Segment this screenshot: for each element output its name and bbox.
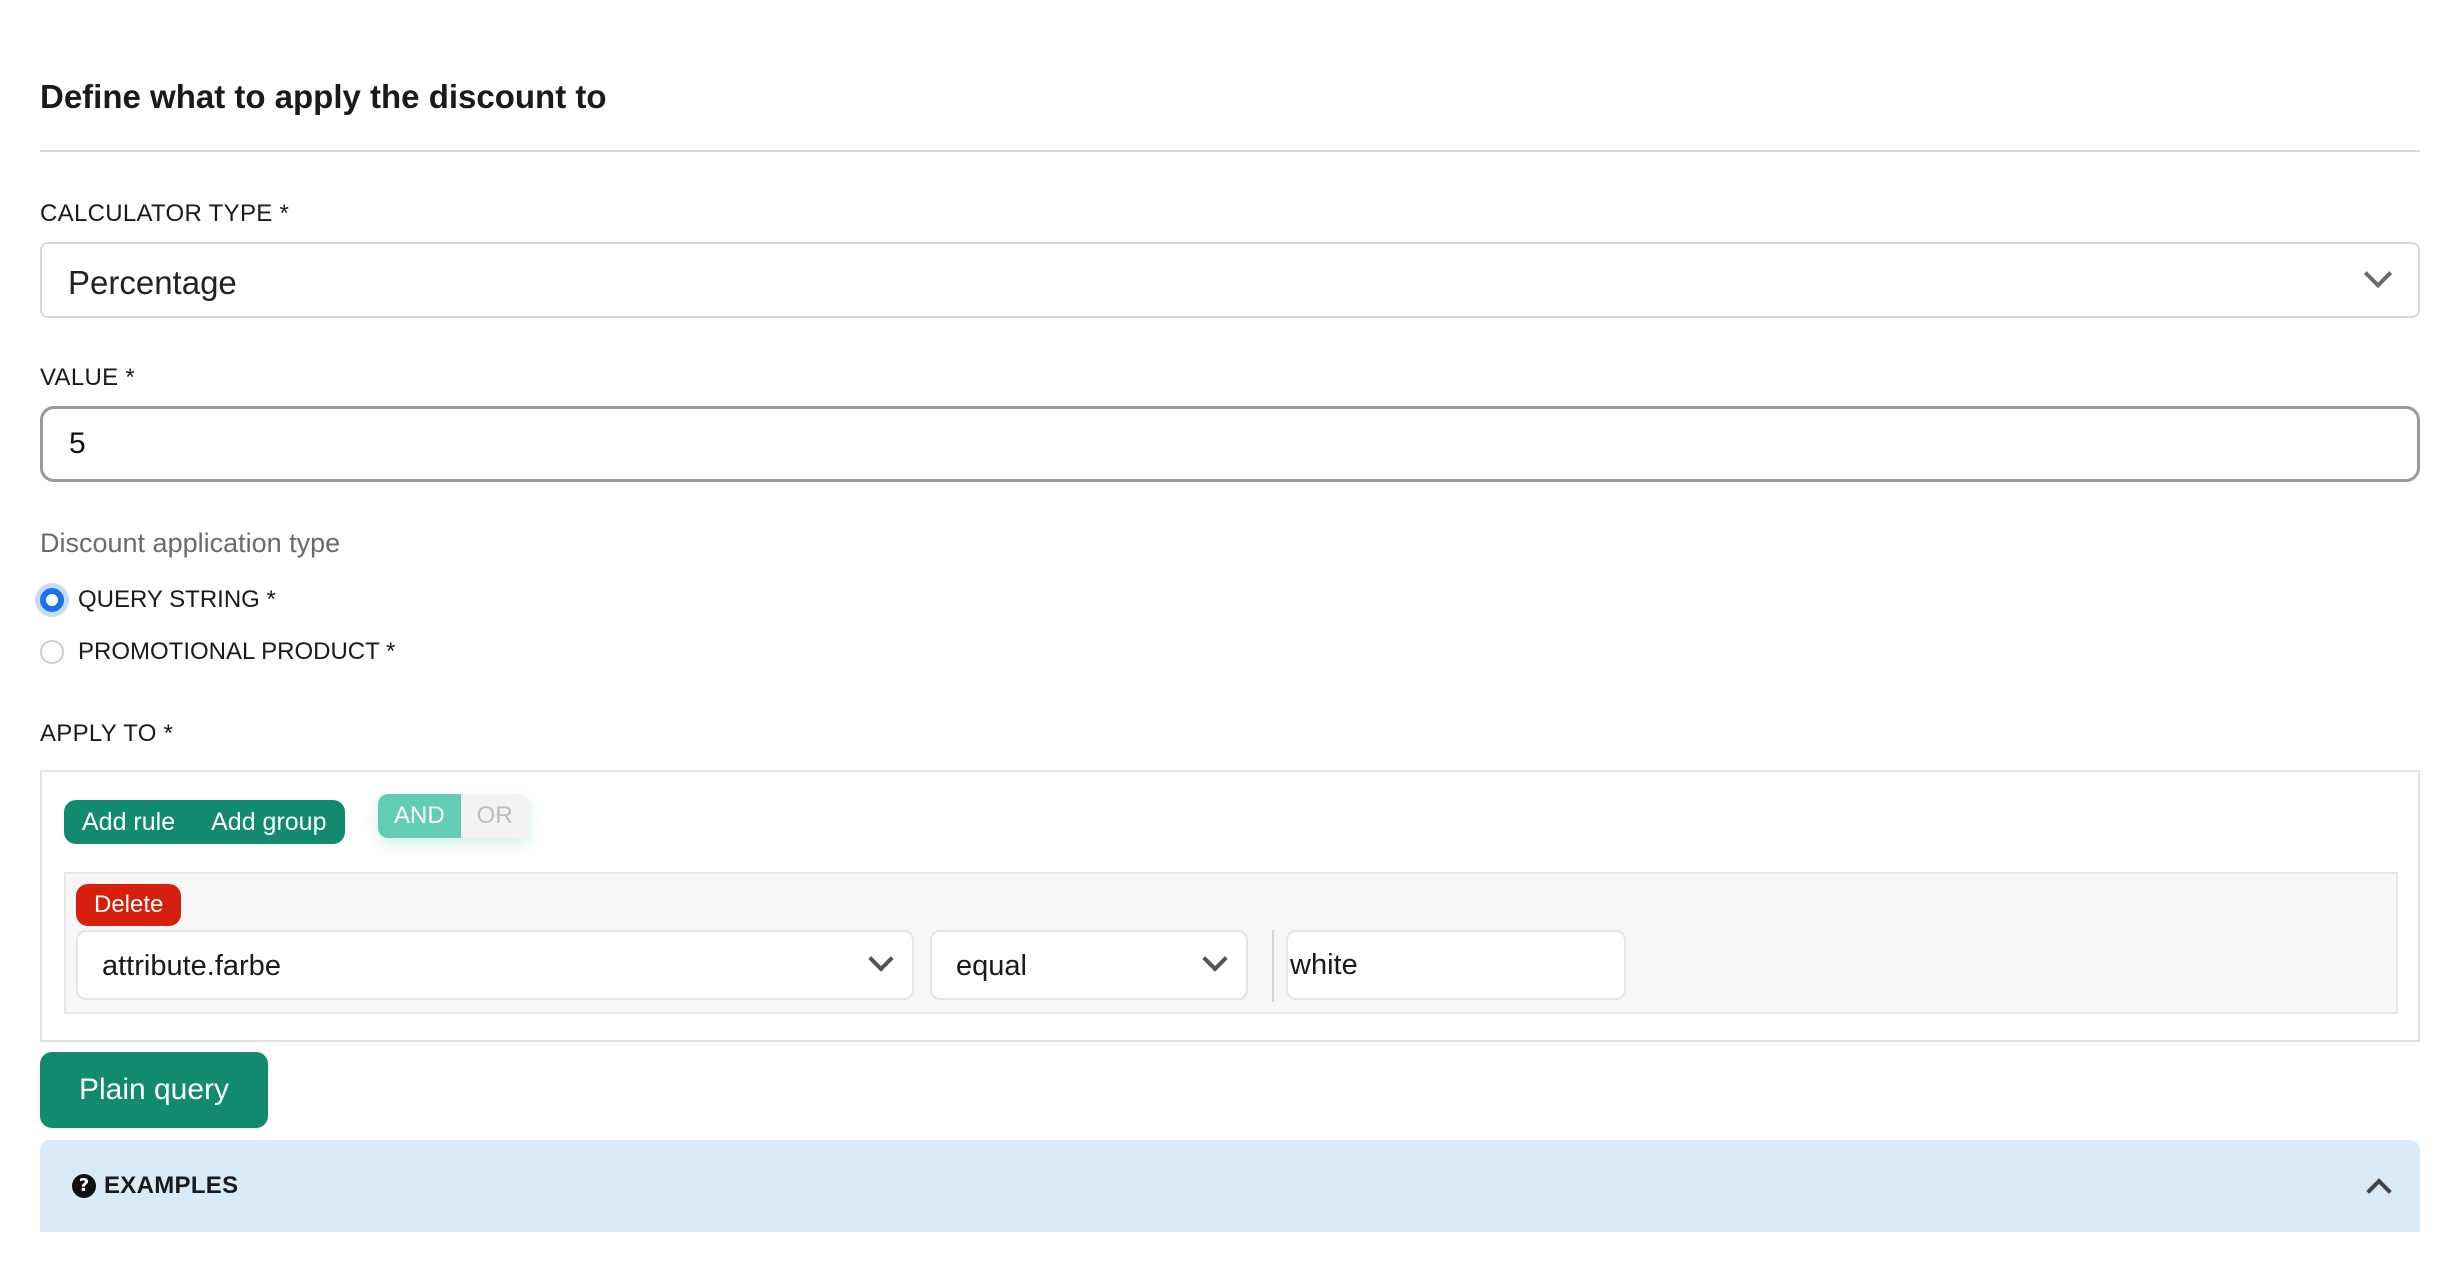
rule-row: Delete attribute.farbe equal — [64, 872, 2398, 1014]
delete-rule-button[interactable]: Delete — [76, 884, 182, 926]
rule-operator-select[interactable]: equal — [930, 930, 1248, 1000]
radio-promotional-product-label: PROMOTIONAL PRODUCT * — [78, 638, 396, 665]
rule-value-input[interactable] — [1286, 930, 1626, 1000]
apply-to-label: APPLY TO * — [40, 720, 174, 747]
add-rule-button[interactable]: Add rule — [64, 800, 193, 844]
chevron-up-icon[interactable] — [2366, 1178, 2392, 1204]
chevron-down-icon — [2363, 259, 2393, 289]
radio-unchecked-icon[interactable] — [40, 640, 64, 664]
rule-separator — [1272, 930, 1274, 1002]
query-builder: Add rule Add group AND OR Delete attribu… — [40, 770, 2420, 1042]
question-circle-icon: ? — [72, 1174, 96, 1198]
calculator-type-label: CALCULATOR TYPE * — [40, 200, 290, 227]
builder-actions: Add rule Add group — [64, 800, 345, 844]
conjunction-toggle: AND OR — [378, 794, 529, 838]
calculator-type-select[interactable]: Percentage — [40, 242, 2420, 318]
chevron-down-icon — [868, 946, 894, 972]
section-divider — [40, 150, 2420, 152]
examples-label: EXAMPLES — [104, 1172, 239, 1199]
chevron-down-icon — [1202, 946, 1228, 972]
rule-field-select[interactable]: attribute.farbe — [76, 930, 914, 1000]
radio-promotional-product[interactable]: PROMOTIONAL PRODUCT * — [40, 638, 395, 666]
radio-checked-icon[interactable] — [40, 588, 64, 612]
plain-query-button[interactable]: Plain query — [40, 1052, 268, 1128]
value-label: VALUE * — [40, 364, 136, 391]
rule-operator-value: equal — [956, 950, 1027, 982]
rule-field-value: attribute.farbe — [102, 950, 281, 982]
section-title: Define what to apply the discount to — [40, 78, 607, 115]
and-toggle[interactable]: AND — [378, 794, 461, 838]
radio-query-string[interactable]: QUERY STRING * — [40, 586, 276, 614]
value-input[interactable] — [40, 406, 2420, 482]
add-group-button[interactable]: Add group — [193, 800, 344, 844]
examples-panel-header[interactable]: ? EXAMPLES — [40, 1140, 2420, 1232]
or-toggle[interactable]: OR — [461, 794, 529, 838]
calculator-type-value: Percentage — [68, 264, 237, 301]
radio-query-string-label: QUERY STRING * — [78, 586, 276, 613]
application-type-label: Discount application type — [40, 528, 341, 558]
